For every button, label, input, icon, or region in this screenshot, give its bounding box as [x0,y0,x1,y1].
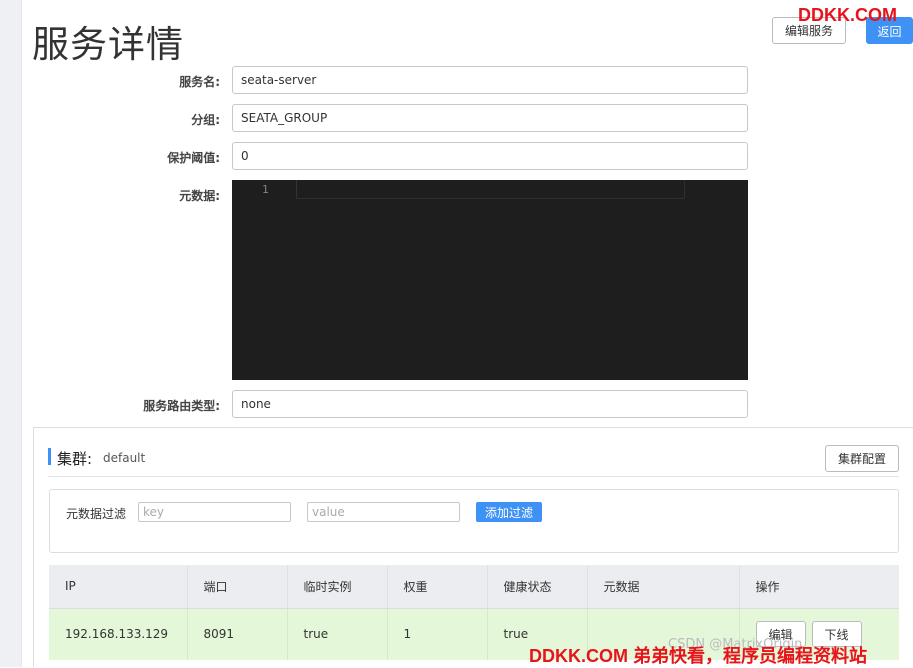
route-type-label: 服务路由类型: [143,399,220,413]
cell-weight: 1 [387,608,488,660]
group-label: 分组: [191,113,220,127]
filter-value-input[interactable]: value [307,502,460,522]
cluster-title-marker [48,448,51,465]
column-header-healthy: 健康状态 [487,565,588,609]
cell-port: 8091 [187,608,288,660]
metadata-label: 元数据: [179,189,220,203]
cluster-config-button[interactable]: 集群配置 [825,445,899,472]
page-title: 服务详情 [32,23,184,66]
service-name-label: 服务名: [179,75,220,89]
metadata-filter-label: 元数据过滤 [66,507,127,521]
column-header-actions: 操作 [739,565,899,609]
left-sidebar-strip [0,0,22,667]
column-header-port: 端口 [187,565,288,609]
service-name-field[interactable]: seata-server [232,66,748,94]
editor-current-line [296,180,685,199]
cluster-divider [48,476,899,477]
editor-line-number: 1 [262,183,269,196]
column-header-ip: IP [49,565,188,609]
filter-key-input[interactable]: key [138,502,291,522]
add-filter-button[interactable]: 添加过滤 [476,502,542,522]
column-header-weight: 权重 [387,565,488,609]
table-header-row: IP 端口 临时实例 权重 健康状态 元数据 操作 [49,565,899,609]
cell-ephemeral: true [287,608,388,660]
cell-ip: 192.168.133.129 [49,608,188,660]
route-type-field[interactable]: none [232,390,748,418]
protect-threshold-field[interactable]: 0 [232,142,748,170]
cluster-title: 集群: [57,450,93,468]
metadata-editor[interactable]: 1 [232,180,748,380]
column-header-metadata: 元数据 [587,565,740,609]
watermark-bottom: DDKK.COM 弟弟快看，程序员编程资料站 [529,646,867,666]
cluster-name: default [103,451,146,465]
watermark-top: DDKK.COM [798,5,897,25]
protect-threshold-label: 保护阈值: [167,151,220,165]
group-field[interactable]: SEATA_GROUP [232,104,748,132]
column-header-ephemeral: 临时实例 [287,565,388,609]
